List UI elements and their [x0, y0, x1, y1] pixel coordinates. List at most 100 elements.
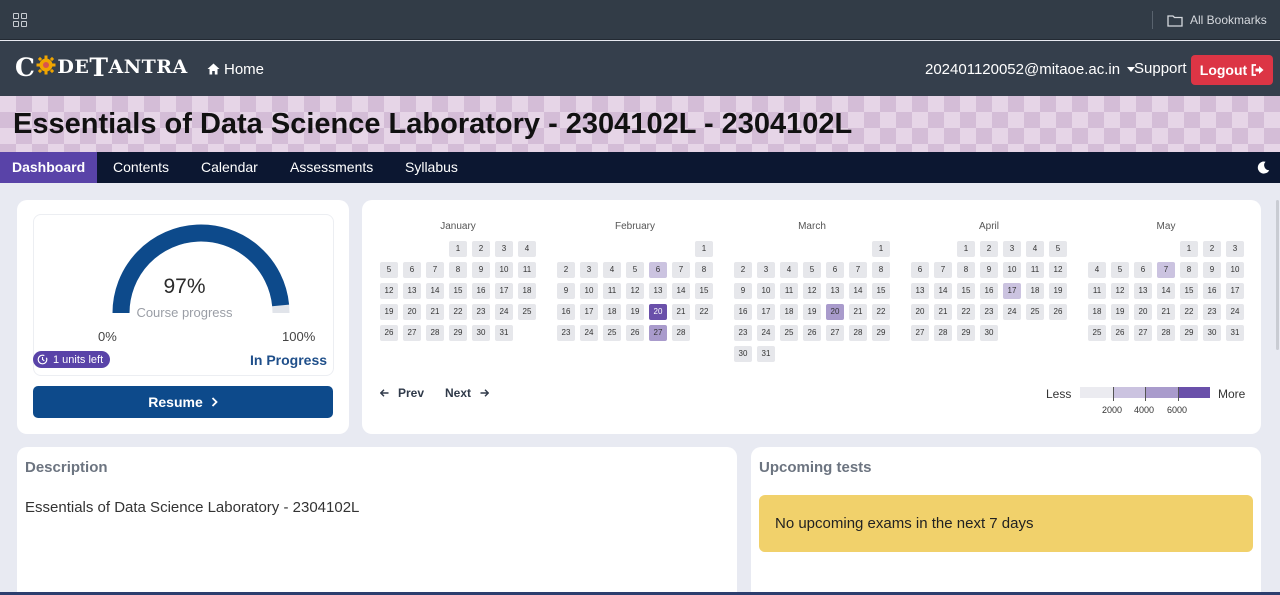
- calendar-day[interactable]: 13: [403, 283, 421, 299]
- calendar-day[interactable]: 12: [1111, 283, 1129, 299]
- calendar-day[interactable]: 13: [649, 283, 667, 299]
- calendar-day[interactable]: 7: [426, 262, 444, 278]
- calendar-day[interactable]: 9: [557, 283, 575, 299]
- calendar-day[interactable]: 18: [780, 304, 798, 320]
- calendar-day[interactable]: 5: [1049, 241, 1067, 257]
- calendar-day[interactable]: 10: [1003, 262, 1021, 278]
- apps-grid-icon[interactable]: [13, 13, 27, 27]
- calendar-day[interactable]: 3: [495, 241, 513, 257]
- calendar-day[interactable]: 29: [957, 325, 975, 341]
- calendar-day[interactable]: 1: [957, 241, 975, 257]
- calendar-day[interactable]: 7: [1157, 262, 1175, 278]
- calendar-day[interactable]: 22: [1180, 304, 1198, 320]
- calendar-day[interactable]: 11: [1088, 283, 1106, 299]
- calendar-day[interactable]: 14: [1157, 283, 1175, 299]
- logout-button[interactable]: Logout: [1191, 55, 1273, 85]
- calendar-day[interactable]: 12: [803, 283, 821, 299]
- tab-dashboard[interactable]: Dashboard: [0, 152, 98, 183]
- calendar-day[interactable]: 25: [518, 304, 536, 320]
- calendar-day[interactable]: 1: [449, 241, 467, 257]
- calendar-day[interactable]: 17: [1003, 283, 1021, 299]
- calendar-day[interactable]: 14: [934, 283, 952, 299]
- calendar-day[interactable]: 29: [872, 325, 890, 341]
- calendar-day[interactable]: 18: [1088, 304, 1106, 320]
- calendar-day[interactable]: 15: [449, 283, 467, 299]
- calendar-day[interactable]: 4: [603, 262, 621, 278]
- calendar-day[interactable]: 24: [757, 325, 775, 341]
- calendar-day[interactable]: 11: [1026, 262, 1044, 278]
- calendar-day[interactable]: 4: [1088, 262, 1106, 278]
- calendar-day[interactable]: 23: [980, 304, 998, 320]
- calendar-day[interactable]: 10: [495, 262, 513, 278]
- calendar-day[interactable]: 10: [1226, 262, 1244, 278]
- calendar-day[interactable]: 31: [495, 325, 513, 341]
- calendar-day[interactable]: 21: [849, 304, 867, 320]
- calendar-day[interactable]: 21: [934, 304, 952, 320]
- calendar-day[interactable]: 22: [449, 304, 467, 320]
- calendar-prev-button[interactable]: Prev: [380, 386, 424, 400]
- tab-syllabus[interactable]: Syllabus: [393, 152, 470, 183]
- calendar-day[interactable]: 21: [672, 304, 690, 320]
- calendar-day[interactable]: 26: [380, 325, 398, 341]
- calendar-day[interactable]: 6: [826, 262, 844, 278]
- user-menu-dropdown[interactable]: 202401120052@mitaoe.ac.in: [925, 59, 1136, 79]
- calendar-day[interactable]: 31: [757, 346, 775, 362]
- calendar-day[interactable]: 11: [780, 283, 798, 299]
- calendar-day[interactable]: 22: [872, 304, 890, 320]
- calendar-day[interactable]: 22: [695, 304, 713, 320]
- calendar-day[interactable]: 16: [1203, 283, 1221, 299]
- tab-assessments[interactable]: Assessments: [278, 152, 385, 183]
- calendar-day[interactable]: 15: [695, 283, 713, 299]
- calendar-day[interactable]: 24: [1003, 304, 1021, 320]
- calendar-day[interactable]: 8: [449, 262, 467, 278]
- calendar-day[interactable]: 25: [1026, 304, 1044, 320]
- calendar-day[interactable]: 7: [672, 262, 690, 278]
- calendar-day[interactable]: 25: [603, 325, 621, 341]
- calendar-day[interactable]: 5: [380, 262, 398, 278]
- home-link[interactable]: Home: [207, 59, 264, 79]
- calendar-day[interactable]: 10: [580, 283, 598, 299]
- page-scrollbar[interactable]: [1276, 200, 1279, 350]
- calendar-day[interactable]: 26: [803, 325, 821, 341]
- calendar-day[interactable]: 17: [757, 304, 775, 320]
- calendar-day[interactable]: 3: [1003, 241, 1021, 257]
- calendar-day[interactable]: 14: [672, 283, 690, 299]
- calendar-day[interactable]: 16: [557, 304, 575, 320]
- calendar-day[interactable]: 27: [649, 325, 667, 341]
- calendar-day[interactable]: 19: [626, 304, 644, 320]
- calendar-day[interactable]: 9: [734, 283, 752, 299]
- calendar-day[interactable]: 24: [580, 325, 598, 341]
- calendar-day[interactable]: 26: [626, 325, 644, 341]
- calendar-day[interactable]: 29: [449, 325, 467, 341]
- calendar-day[interactable]: 13: [826, 283, 844, 299]
- calendar-day[interactable]: 14: [849, 283, 867, 299]
- calendar-day[interactable]: 16: [980, 283, 998, 299]
- calendar-day[interactable]: 12: [626, 283, 644, 299]
- calendar-day[interactable]: 28: [672, 325, 690, 341]
- calendar-day[interactable]: 8: [695, 262, 713, 278]
- tab-contents[interactable]: Contents: [101, 152, 181, 183]
- calendar-day[interactable]: 12: [380, 283, 398, 299]
- calendar-day[interactable]: 19: [1049, 283, 1067, 299]
- calendar-day[interactable]: 27: [826, 325, 844, 341]
- calendar-day[interactable]: 26: [1111, 325, 1129, 341]
- codetantra-logo[interactable]: C DE T ANTRA: [15, 53, 188, 82]
- calendar-day[interactable]: 2: [980, 241, 998, 257]
- calendar-day[interactable]: 9: [472, 262, 490, 278]
- calendar-day[interactable]: 20: [403, 304, 421, 320]
- calendar-day[interactable]: 1: [695, 241, 713, 257]
- calendar-day[interactable]: 11: [603, 283, 621, 299]
- calendar-day[interactable]: 28: [1157, 325, 1175, 341]
- tab-calendar[interactable]: Calendar: [189, 152, 270, 183]
- calendar-day[interactable]: 17: [1226, 283, 1244, 299]
- calendar-day[interactable]: 30: [1203, 325, 1221, 341]
- calendar-day[interactable]: 16: [472, 283, 490, 299]
- calendar-day[interactable]: 18: [518, 283, 536, 299]
- calendar-day[interactable]: 11: [518, 262, 536, 278]
- calendar-day[interactable]: 4: [1026, 241, 1044, 257]
- resume-button[interactable]: Resume: [33, 386, 333, 418]
- calendar-day[interactable]: 23: [557, 325, 575, 341]
- calendar-day[interactable]: 25: [780, 325, 798, 341]
- calendar-day[interactable]: 3: [1226, 241, 1244, 257]
- calendar-day[interactable]: 2: [1203, 241, 1221, 257]
